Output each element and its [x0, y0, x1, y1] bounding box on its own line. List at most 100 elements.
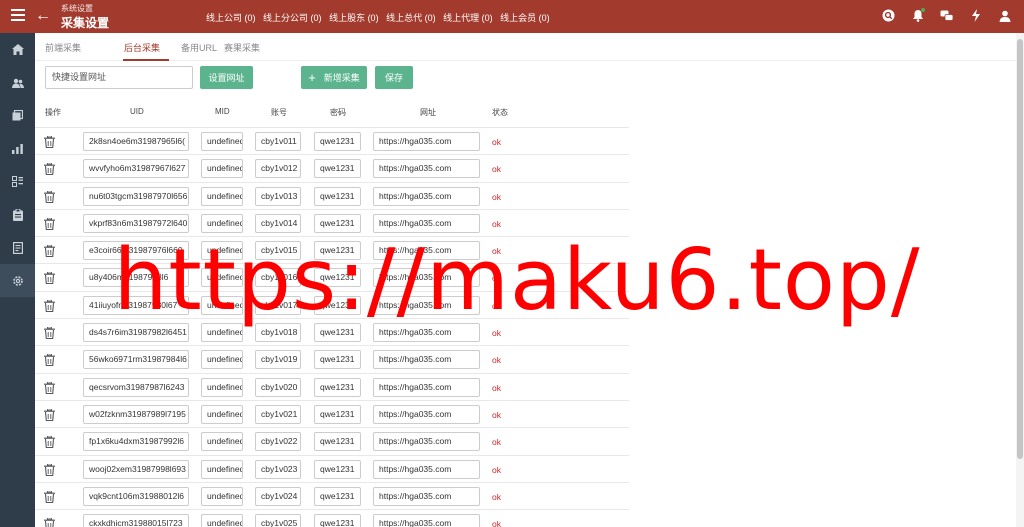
dashboard-icon	[12, 176, 23, 187]
bell-icon[interactable]	[910, 8, 925, 23]
set-url-button[interactable]: 设置网址	[200, 66, 253, 89]
add-collect-button[interactable]: + 新增采集	[301, 66, 367, 89]
mid-input[interactable]: undefined	[201, 132, 243, 151]
mid-input[interactable]: undefined	[201, 377, 243, 397]
stat-general-agent[interactable]: 线上总代 (0)	[386, 13, 436, 23]
account-input[interactable]: cby1v013	[255, 186, 301, 206]
password-input[interactable]: qwe1231	[314, 186, 361, 206]
url-input[interactable]: https://hga035.com	[373, 459, 480, 479]
account-input[interactable]: cby1v020	[255, 377, 301, 397]
url-input[interactable]: https://hga035.com	[373, 186, 480, 206]
account-input[interactable]: cby1v012	[255, 159, 301, 179]
url-input[interactable]: https://hga035.com	[373, 350, 480, 370]
url-input[interactable]: https://hga035.com	[373, 514, 480, 527]
uid-input[interactable]: qecsrvom31987987l6243	[83, 377, 189, 397]
password-input[interactable]: qwe1231	[314, 514, 361, 527]
table-row: 2k8sn4oe6m31987965l6( undefined cby1v011 qw…	[35, 128, 629, 156]
password-input[interactable]: qwe1231	[314, 377, 361, 397]
stat-shareholder[interactable]: 线上股东 (0)	[329, 13, 379, 23]
password-input[interactable]: qwe1231	[314, 404, 361, 424]
mid-input[interactable]: undefined	[201, 459, 243, 479]
sidebar-item-layers[interactable]	[0, 99, 35, 132]
home-icon	[11, 44, 24, 55]
quick-url-input[interactable]: 快捷设置网址	[45, 66, 193, 89]
notification-dot	[921, 8, 925, 12]
sidebar-item-reports[interactable]	[0, 132, 35, 165]
status-text: ok	[492, 137, 501, 147]
url-input[interactable]: https://hga035.com	[373, 486, 480, 506]
trash-icon[interactable]	[44, 408, 55, 422]
user-icon[interactable]	[997, 8, 1012, 23]
account-input[interactable]: cby1v025	[255, 514, 301, 527]
password-input[interactable]: qwe1231	[314, 132, 361, 151]
trash-icon[interactable]	[44, 162, 55, 176]
sidebar-item-dashboard[interactable]	[0, 165, 35, 198]
password-input[interactable]: qwe1231	[314, 159, 361, 179]
uid-input[interactable]: vqk9cnt106m31988012l6	[83, 486, 189, 506]
uid-input[interactable]: fp1x6ku4dxm31987992l6	[83, 432, 189, 452]
account-input[interactable]: cby1v019	[255, 350, 301, 370]
trash-icon[interactable]	[44, 490, 55, 503]
account-input[interactable]: cby1v023	[255, 459, 301, 479]
bolt-icon[interactable]	[968, 8, 983, 23]
back-arrow-icon[interactable]: ←	[35, 6, 51, 26]
mid-input[interactable]: undefined	[201, 350, 243, 370]
password-input[interactable]: qwe1231	[314, 459, 361, 479]
password-input[interactable]: qwe1231	[314, 486, 361, 506]
uid-input[interactable]: 2k8sn4oe6m31987965l6(	[83, 132, 189, 151]
url-input[interactable]: https://hga035.com	[373, 159, 480, 179]
sidebar-item-home[interactable]	[0, 33, 35, 66]
mid-input[interactable]: undefined	[201, 159, 243, 179]
search-icon[interactable]	[881, 8, 896, 23]
uid-input[interactable]: wvvfyho6m31987967l627	[83, 159, 189, 179]
menu-icon[interactable]	[11, 9, 25, 21]
table-row: nu6t03tgcm31987970l656 undefined cby1v013 q…	[35, 183, 629, 210]
uid-input[interactable]: w02fzknm31987989l7195	[83, 404, 189, 424]
url-input[interactable]: https://hga035.com	[373, 432, 480, 452]
tab-backup-url[interactable]: 备用URL	[181, 41, 217, 54]
table-row: 56wko6971rm31987984l6 undefined cby1v019 qw…	[35, 346, 629, 374]
account-input[interactable]: cby1v011	[255, 132, 301, 151]
tab-backend-collect[interactable]: 后台采集	[124, 41, 160, 54]
account-input[interactable]: cby1v021	[255, 404, 301, 424]
uid-input[interactable]: ckxkdhicm31988015l723	[83, 514, 189, 527]
trash-icon[interactable]	[44, 381, 55, 394]
password-input[interactable]: qwe1231	[314, 432, 361, 452]
status-text: ok	[492, 382, 501, 393]
password-input[interactable]: qwe1231	[314, 350, 361, 370]
mid-input[interactable]: undefined	[201, 404, 243, 424]
uid-input[interactable]: wooj02xem31987998l693	[83, 459, 189, 479]
trash-icon[interactable]	[44, 517, 55, 527]
stat-member[interactable]: 线上会员 (0)	[500, 13, 550, 23]
trash-icon[interactable]	[44, 353, 55, 367]
page-title: 采集设置	[61, 16, 110, 30]
trash-icon[interactable]	[44, 135, 55, 149]
account-input[interactable]: cby1v022	[255, 432, 301, 452]
mid-input[interactable]: undefined	[201, 486, 243, 506]
top-bar: ← 系统设置 采集设置 线上公司 (0) 线上分公司 (0) 线上股东 (0) …	[0, 0, 1024, 33]
stat-agent[interactable]: 线上代理 (0)	[443, 13, 493, 23]
url-input[interactable]: https://hga035.com	[373, 377, 480, 397]
chart-icon	[12, 143, 23, 154]
trash-icon[interactable]	[44, 463, 55, 476]
account-input[interactable]: cby1v024	[255, 486, 301, 506]
stat-company[interactable]: 线上公司 (0)	[206, 13, 256, 23]
sidebar-item-users[interactable]	[0, 66, 35, 99]
breadcrumb: 系统设置	[61, 4, 93, 13]
mid-input[interactable]: undefined	[201, 514, 243, 527]
url-input[interactable]: https://hga035.com	[373, 132, 480, 151]
chat-icon[interactable]	[939, 8, 954, 23]
tab-frontend-collect[interactable]: 前端采集	[45, 41, 81, 54]
mid-input[interactable]: undefined	[201, 432, 243, 452]
trash-icon[interactable]	[44, 190, 55, 203]
col-mid: MID	[215, 107, 230, 116]
mid-input[interactable]: undefined	[201, 186, 243, 206]
tab-result-collect[interactable]: 赛果采集	[224, 41, 260, 54]
stat-branch[interactable]: 线上分公司 (0)	[263, 13, 322, 23]
url-input[interactable]: https://hga035.com	[373, 404, 480, 424]
uid-input[interactable]: nu6t03tgcm31987970l656	[83, 186, 189, 206]
save-button[interactable]: 保存	[375, 66, 413, 89]
table-row: w02fzknm31987989l7195 undefined cby1v021 qw…	[35, 401, 629, 429]
uid-input[interactable]: 56wko6971rm31987984l6	[83, 350, 189, 370]
trash-icon[interactable]	[44, 435, 55, 449]
